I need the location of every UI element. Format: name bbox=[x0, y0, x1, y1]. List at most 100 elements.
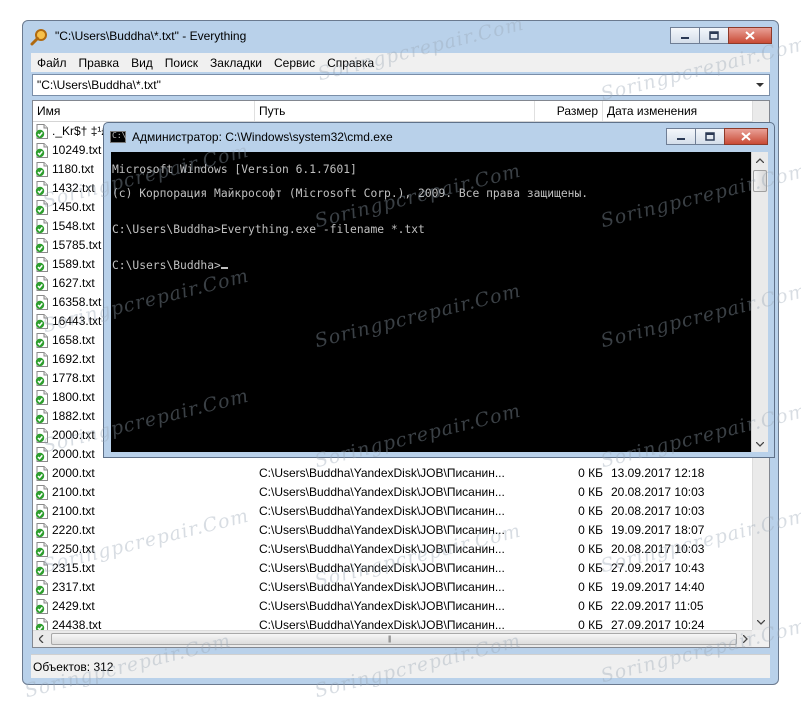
text-file-icon bbox=[35, 276, 48, 291]
title-bar[interactable]: "C:\Users\Buddha\*.txt" - Everything bbox=[23, 21, 778, 51]
scroll-down-button[interactable] bbox=[753, 614, 769, 630]
maximize-button[interactable] bbox=[699, 27, 729, 44]
file-name: 1778.txt bbox=[52, 371, 95, 385]
file-name: 1800.txt bbox=[52, 390, 95, 404]
text-file-icon bbox=[35, 295, 48, 310]
text-file-icon bbox=[35, 181, 48, 196]
horizontal-scrollbar[interactable]: ||| bbox=[33, 630, 754, 647]
cmd-scroll-thumb[interactable] bbox=[753, 170, 767, 192]
file-name: 16358.txt bbox=[52, 295, 102, 309]
file-name: 1180.txt bbox=[52, 162, 94, 176]
file-name: 1627.txt bbox=[52, 276, 95, 290]
file-size: 0 КБ bbox=[578, 504, 603, 518]
maximize-icon bbox=[705, 132, 715, 141]
column-name[interactable]: Имя bbox=[33, 101, 255, 121]
file-name: ._Kr$† ‡¹£ bbox=[52, 124, 109, 138]
console-line: C:\Users\Buddha>Everything.exe -filename… bbox=[112, 223, 425, 236]
file-path: C:\Users\Buddha\YandexDisk\JOB\Писанин..… bbox=[259, 485, 505, 499]
close-button[interactable] bbox=[728, 27, 772, 44]
file-name: 1589.txt bbox=[52, 257, 95, 271]
column-date[interactable]: Дата изменения bbox=[603, 101, 754, 121]
cmd-title-bar[interactable]: C:\ Администратор: C:\Windows\system32\c… bbox=[104, 123, 774, 152]
text-file-icon bbox=[35, 466, 48, 481]
file-name: 2317.txt bbox=[52, 580, 95, 594]
column-size[interactable]: Размер bbox=[535, 101, 603, 121]
file-row[interactable]: 2317.txt C:\Users\Buddha\YandexDisk\JOB\П… bbox=[33, 578, 754, 597]
menu-help[interactable]: Справка bbox=[321, 56, 380, 70]
file-path: C:\Users\Buddha\YandexDisk\JOB\Писанин..… bbox=[259, 561, 505, 575]
console-icon: C:\ bbox=[110, 131, 126, 143]
file-name: 1450.txt bbox=[52, 200, 95, 214]
menu-bookmarks[interactable]: Закладки bbox=[204, 56, 268, 70]
file-name: 2100.txt bbox=[52, 504, 95, 518]
minimize-icon bbox=[677, 137, 685, 140]
chevron-down-icon[interactable] bbox=[755, 80, 765, 90]
file-name: 1692.txt bbox=[52, 352, 95, 366]
file-name: 1432.txt bbox=[52, 181, 95, 195]
chevron-down-icon bbox=[756, 441, 764, 447]
scroll-thumb[interactable]: ||| bbox=[51, 633, 737, 645]
cmd-minimize-button[interactable] bbox=[666, 128, 696, 145]
cmd-close-button[interactable] bbox=[724, 128, 768, 145]
file-name: 16443.txt bbox=[52, 314, 102, 328]
menu-tools[interactable]: Сервис bbox=[268, 56, 321, 70]
file-row[interactable]: 2220.txt C:\Users\Buddha\YandexDisk\JOB\П… bbox=[33, 521, 754, 540]
scroll-left-button[interactable] bbox=[33, 631, 49, 647]
cmd-scroll-down-button[interactable] bbox=[752, 436, 768, 452]
chevron-up-icon bbox=[756, 157, 764, 163]
maximize-icon bbox=[709, 31, 719, 40]
cmd-scroll-up-button[interactable] bbox=[752, 152, 768, 168]
menu-view[interactable]: Вид bbox=[125, 56, 159, 70]
file-name: 2429.txt bbox=[52, 599, 95, 613]
column-header: Имя Путь Размер Дата изменения bbox=[33, 101, 754, 122]
search-input[interactable] bbox=[33, 75, 756, 95]
file-row[interactable]: 2429.txt C:\Users\Buddha\YandexDisk\JOB\П… bbox=[33, 597, 754, 616]
text-file-icon bbox=[35, 238, 48, 253]
file-name: 15785.txt bbox=[52, 238, 102, 252]
scroll-corner bbox=[752, 630, 769, 647]
menu-file[interactable]: Файл bbox=[31, 56, 73, 70]
file-row[interactable]: 2315.txt C:\Users\Buddha\YandexDisk\JOB\П… bbox=[33, 559, 754, 578]
chevron-left-icon bbox=[38, 635, 43, 643]
text-file-icon bbox=[35, 485, 48, 500]
file-date: 20.08.2017 10:03 bbox=[611, 485, 705, 499]
file-row[interactable]: 2100.txt C:\Users\Buddha\YandexDisk\JOB\П… bbox=[33, 483, 754, 502]
file-name: 2315.txt bbox=[52, 561, 95, 575]
text-file-icon bbox=[35, 143, 48, 158]
window-controls bbox=[670, 27, 772, 44]
file-size: 0 КБ bbox=[578, 542, 603, 556]
cmd-window: C:\ Администратор: C:\Windows\system32\c… bbox=[103, 122, 775, 458]
file-size: 0 КБ bbox=[578, 599, 603, 613]
column-path[interactable]: Путь bbox=[255, 101, 535, 121]
file-row[interactable]: 2000.txt C:\Users\Buddha\YandexDisk\JOB\П… bbox=[33, 464, 754, 483]
menu-edit[interactable]: Правка bbox=[73, 56, 126, 70]
scroll-right-button[interactable] bbox=[737, 631, 753, 647]
file-path: C:\Users\Buddha\YandexDisk\JOB\Писанин..… bbox=[259, 504, 505, 518]
text-cursor bbox=[220, 267, 228, 269]
text-file-icon bbox=[35, 580, 48, 595]
cmd-window-controls bbox=[666, 128, 768, 145]
file-name: 1658.txt bbox=[52, 333, 95, 347]
text-file-icon bbox=[35, 333, 48, 348]
file-date: 19.09.2017 14:40 bbox=[611, 580, 705, 594]
minimize-icon bbox=[681, 36, 689, 39]
text-file-icon bbox=[35, 371, 48, 386]
file-name: 1882.txt bbox=[52, 409, 95, 423]
menu-search[interactable]: Поиск bbox=[159, 56, 204, 70]
file-name: 2220.txt bbox=[52, 523, 95, 537]
console-output[interactable]: Microsoft Windows [Version 6.1.7601] (c)… bbox=[111, 152, 751, 452]
file-size: 0 КБ bbox=[578, 466, 603, 480]
file-date: 19.09.2017 18:07 bbox=[611, 523, 705, 537]
file-name: 10249.txt bbox=[52, 143, 102, 157]
console-prompt-line: C:\Users\Buddha> bbox=[112, 260, 588, 272]
file-row[interactable]: 2100.txt C:\Users\Buddha\YandexDisk\JOB\П… bbox=[33, 502, 754, 521]
close-icon bbox=[745, 31, 755, 40]
text-file-icon bbox=[35, 219, 48, 234]
close-icon bbox=[741, 132, 751, 141]
cmd-vertical-scrollbar[interactable] bbox=[751, 152, 768, 452]
minimize-button[interactable] bbox=[670, 27, 700, 44]
file-name: 2000.txt bbox=[52, 447, 95, 461]
file-path: C:\Users\Buddha\YandexDisk\JOB\Писанин..… bbox=[259, 542, 505, 556]
cmd-maximize-button[interactable] bbox=[695, 128, 725, 145]
file-row[interactable]: 2250.txt C:\Users\Buddha\YandexDisk\JOB\П… bbox=[33, 540, 754, 559]
